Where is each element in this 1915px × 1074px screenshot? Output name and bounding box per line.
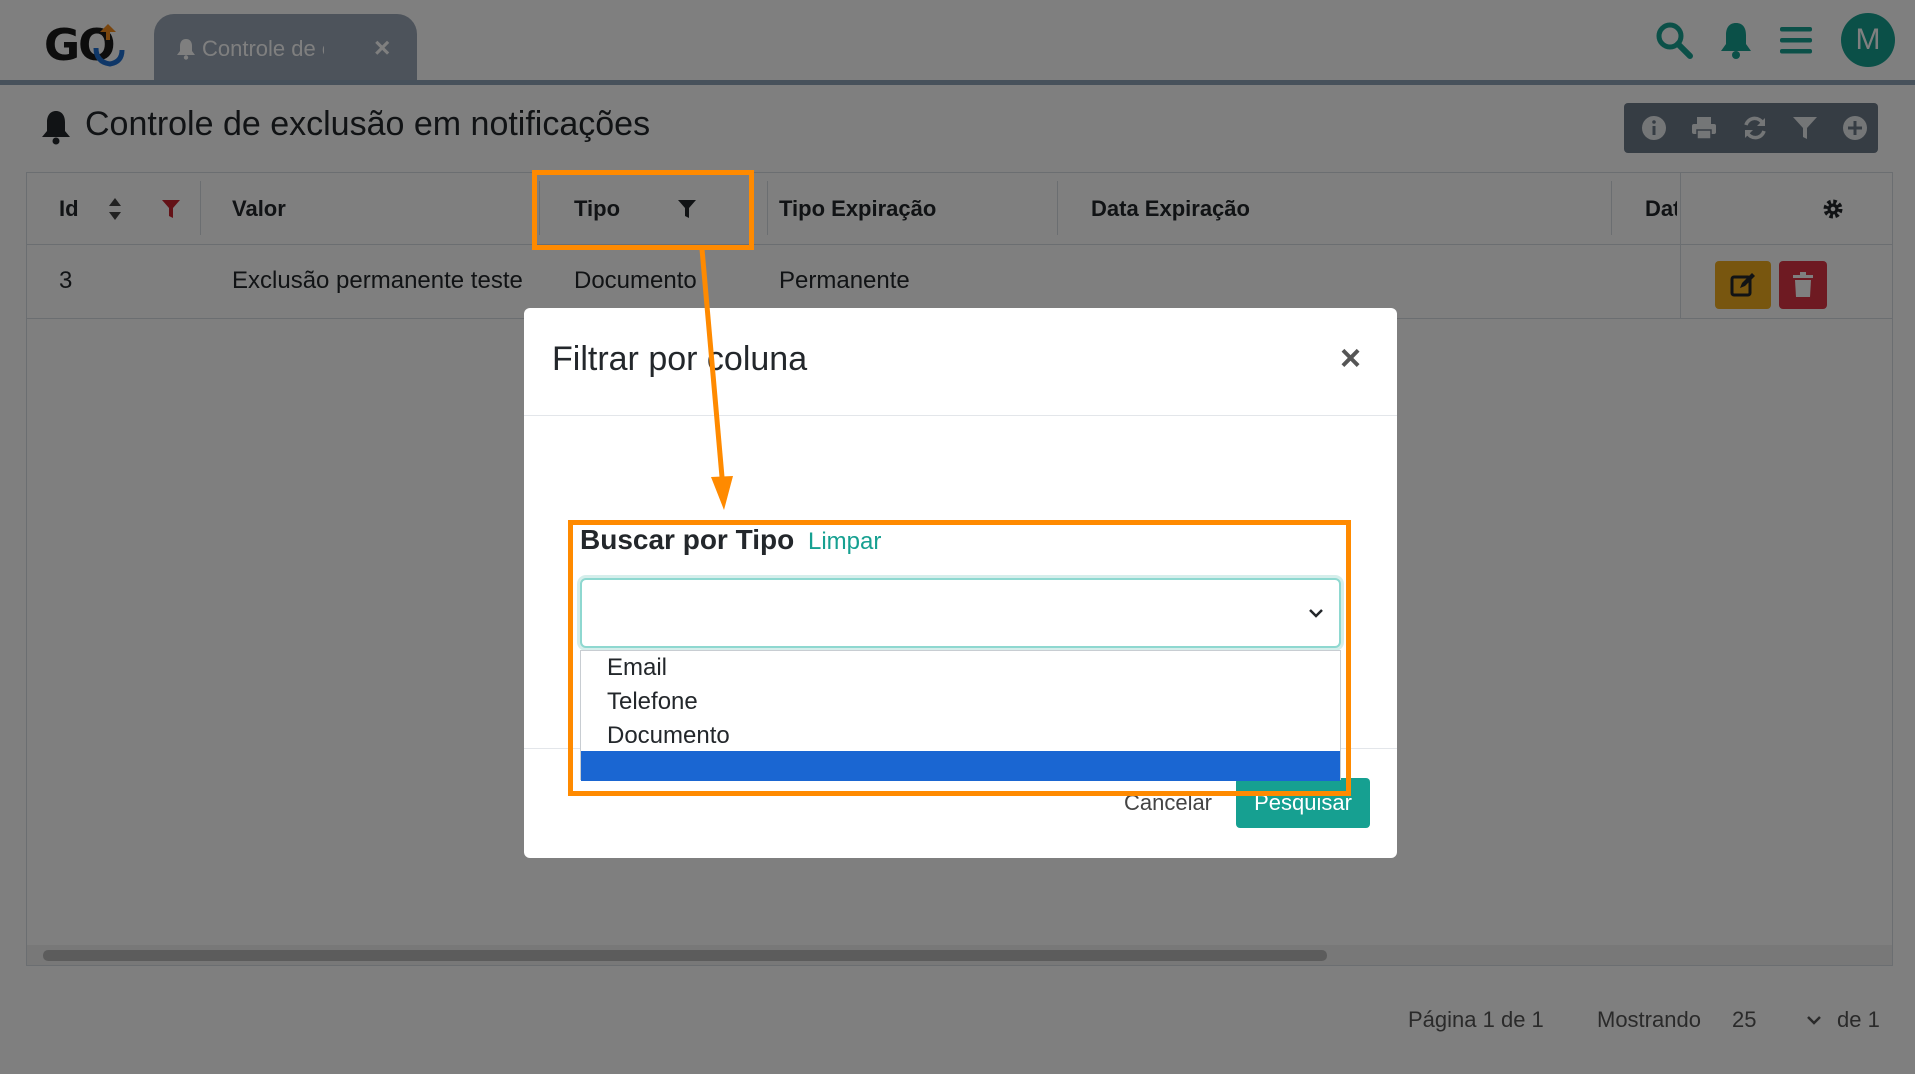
highlight-tipo-column <box>532 170 754 250</box>
modal-header: Filtrar por coluna × <box>524 308 1397 416</box>
highlight-filter-field <box>568 520 1351 796</box>
annotation-arrow <box>699 248 733 510</box>
modal-title: Filtrar por coluna <box>552 340 808 378</box>
close-icon[interactable]: × <box>1340 340 1361 376</box>
